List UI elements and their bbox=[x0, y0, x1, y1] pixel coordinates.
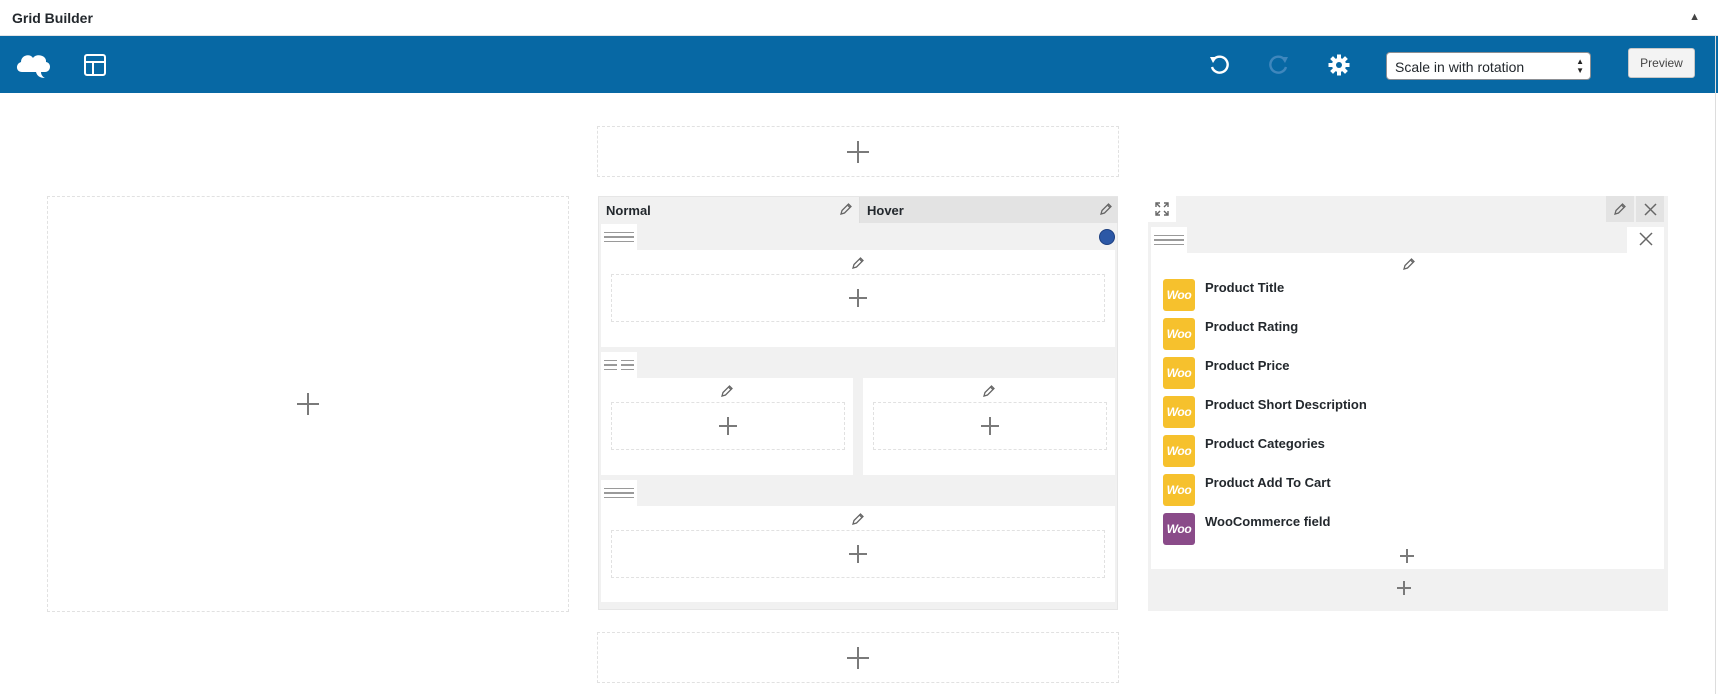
element-label: Product Categories bbox=[1205, 435, 1325, 451]
woo-icon: Woo bbox=[1163, 357, 1195, 389]
page-title: Grid Builder bbox=[12, 10, 93, 26]
pencil-icon[interactable] bbox=[851, 512, 865, 526]
tab-hover-label: Hover bbox=[867, 203, 904, 218]
status-dot[interactable] bbox=[1099, 229, 1115, 245]
element-item[interactable]: Woo Product Short Description bbox=[1163, 395, 1367, 429]
element-label: WooCommerce field bbox=[1205, 513, 1331, 529]
element-item[interactable]: Woo Product Categories bbox=[1163, 434, 1325, 468]
preview-button[interactable]: Preview bbox=[1628, 48, 1695, 78]
pencil-icon[interactable] bbox=[1402, 257, 1416, 271]
redo-icon[interactable] bbox=[1262, 48, 1296, 82]
gear-icon[interactable] bbox=[1322, 48, 1356, 82]
tab-normal-label: Normal bbox=[606, 203, 651, 218]
pencil-icon[interactable] bbox=[851, 256, 865, 270]
add-icon bbox=[719, 417, 737, 435]
drag-handle-icon[interactable] bbox=[601, 480, 637, 506]
column-drop-zone[interactable] bbox=[611, 530, 1105, 578]
select-arrows-icon: ▲ ▼ bbox=[1576, 57, 1584, 75]
title-bar: Grid Builder ▲ bbox=[0, 0, 1718, 36]
woo-icon: Woo bbox=[1163, 396, 1195, 428]
animation-select[interactable]: Scale in with rotation ▲ ▼ bbox=[1386, 52, 1591, 80]
element-item[interactable]: Woo WooCommerce field bbox=[1163, 512, 1330, 546]
layout-icon[interactable] bbox=[78, 48, 112, 82]
expand-icon[interactable] bbox=[1148, 196, 1176, 222]
add-icon bbox=[849, 289, 867, 307]
row-header bbox=[601, 224, 1115, 250]
element-label: Product Add To Cart bbox=[1205, 474, 1331, 490]
pencil-icon[interactable] bbox=[720, 384, 734, 398]
row-body bbox=[601, 250, 1115, 347]
drag-handle-icon[interactable] bbox=[601, 224, 637, 250]
woo-icon: Woo bbox=[1163, 435, 1195, 467]
pencil-icon[interactable] bbox=[982, 384, 996, 398]
column-drop-zone[interactable] bbox=[611, 274, 1105, 322]
element-panel: Woo Product Title Woo Product Rating Woo Prod… bbox=[1148, 196, 1668, 611]
scroll-edge bbox=[1715, 36, 1716, 694]
element-label: Product Title bbox=[1205, 279, 1285, 295]
add-icon bbox=[849, 545, 867, 563]
column-drop-zone[interactable] bbox=[611, 402, 845, 450]
animation-select-value: Scale in with rotation bbox=[1395, 59, 1525, 75]
tab-normal[interactable]: Normal bbox=[599, 197, 859, 223]
grid-item-editor: Normal Hover bbox=[598, 196, 1118, 610]
left-drop-zone[interactable] bbox=[47, 196, 569, 612]
pencil-icon[interactable] bbox=[1099, 202, 1113, 216]
tab-hover[interactable]: Hover bbox=[859, 197, 1118, 223]
grid-builder-window: Grid Builder ▲ Scale in with rotation ▲ … bbox=[0, 0, 1718, 694]
add-icon bbox=[847, 646, 869, 669]
element-item[interactable]: Woo Product Price bbox=[1163, 356, 1290, 390]
drag-handle-icon[interactable] bbox=[1151, 227, 1187, 253]
woo-icon: Woo bbox=[1163, 513, 1195, 545]
woo-icon: Woo bbox=[1163, 318, 1195, 350]
element-label: Product Rating bbox=[1205, 318, 1299, 334]
element-label: Product Price bbox=[1205, 357, 1290, 373]
row-header bbox=[601, 480, 1115, 506]
add-icon bbox=[297, 393, 319, 415]
woo-icon: Woo bbox=[1163, 474, 1195, 506]
row-column-left bbox=[601, 378, 853, 475]
toolbar: Scale in with rotation ▲ ▼ Preview bbox=[0, 36, 1718, 93]
element-item[interactable]: Woo Product Rating bbox=[1163, 317, 1298, 351]
bottom-drop-zone[interactable] bbox=[597, 632, 1119, 683]
pencil-icon[interactable] bbox=[1606, 196, 1634, 222]
add-icon bbox=[981, 417, 999, 435]
row-column-right bbox=[863, 378, 1115, 475]
pencil-icon[interactable] bbox=[839, 202, 853, 216]
element-list-container: Woo Product Title Woo Product Rating Woo Prod… bbox=[1151, 227, 1664, 569]
column-drop-zone[interactable] bbox=[873, 402, 1107, 450]
element-item[interactable]: Woo Product Title bbox=[1163, 278, 1284, 312]
woo-icon: Woo bbox=[1163, 279, 1195, 311]
element-item[interactable]: Woo Product Add To Cart bbox=[1163, 473, 1331, 507]
close-icon[interactable] bbox=[1636, 196, 1664, 222]
cloud-logo-icon[interactable] bbox=[14, 48, 52, 82]
drag-handle-icon[interactable] bbox=[601, 352, 637, 378]
undo-icon[interactable] bbox=[1202, 48, 1236, 82]
collapse-toggle-icon[interactable]: ▲ bbox=[1689, 11, 1700, 23]
add-icon bbox=[847, 140, 869, 163]
row-body bbox=[601, 506, 1115, 602]
row-header bbox=[601, 352, 1115, 378]
top-drop-zone[interactable] bbox=[597, 126, 1119, 177]
close-icon[interactable] bbox=[1639, 232, 1655, 248]
row-header bbox=[1151, 227, 1627, 253]
element-label: Product Short Description bbox=[1205, 396, 1367, 412]
